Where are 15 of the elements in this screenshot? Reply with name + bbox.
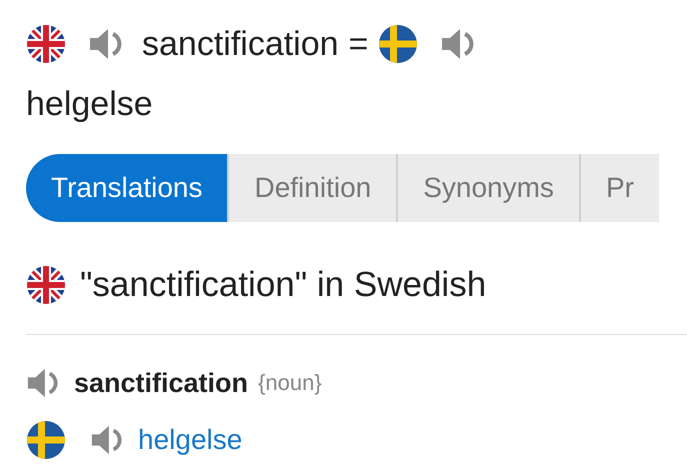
section-heading: "sanctification" in Swedish — [80, 265, 486, 305]
entry-term: sanctification — [74, 368, 248, 398]
part-of-speech: {noun} — [258, 370, 322, 396]
tab[interactable]: Definition — [227, 154, 396, 222]
target-term: helgelse — [26, 84, 154, 125]
speaker-icon[interactable] — [26, 366, 60, 400]
speaker-icon[interactable] — [90, 423, 124, 457]
equals-sign: = — [348, 24, 368, 64]
speaker-icon[interactable] — [88, 26, 124, 62]
speaker-icon[interactable] — [440, 26, 476, 62]
tab[interactable]: Synonyms — [396, 154, 579, 222]
tab[interactable]: Translations — [26, 154, 228, 222]
translation-link[interactable]: helgelse — [138, 424, 242, 456]
source-term: sanctification — [142, 24, 339, 64]
tab[interactable]: Pr — [578, 154, 659, 222]
